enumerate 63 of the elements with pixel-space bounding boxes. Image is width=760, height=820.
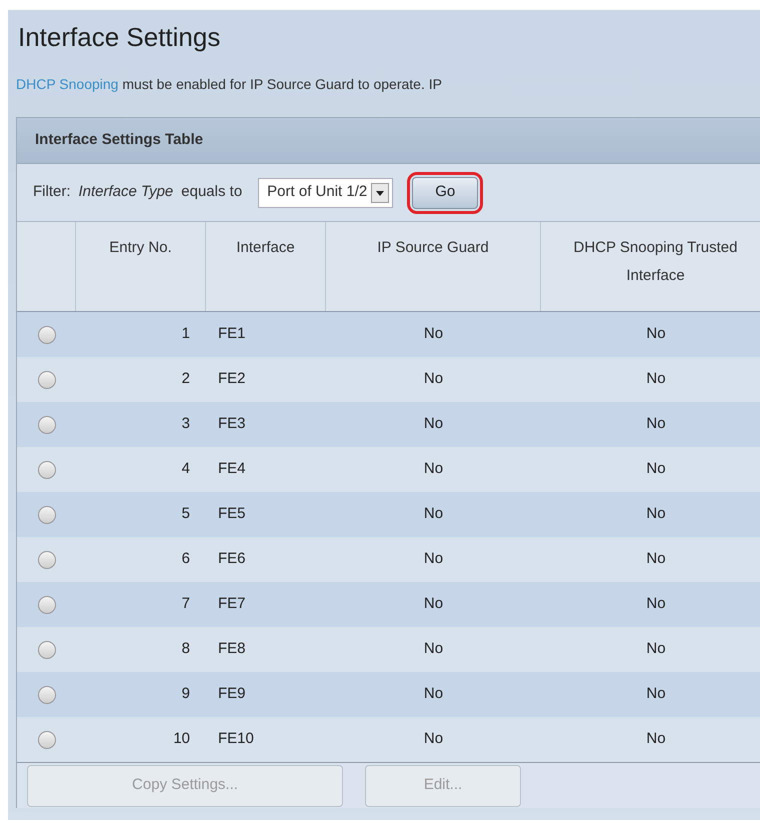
table-cell-text: No bbox=[424, 369, 444, 390]
table-cell-text: No bbox=[646, 639, 666, 660]
table-cell: FE9 bbox=[218, 685, 246, 702]
go-button[interactable]: Go bbox=[412, 176, 478, 208]
table-cell-text: 10 bbox=[173, 729, 190, 750]
table-cell-text: No bbox=[424, 504, 444, 524]
column-header: Interface bbox=[236, 238, 295, 258]
table-cell-text: No bbox=[646, 594, 666, 614]
column-header: DHCP Snooping Trusted Interface bbox=[572, 238, 738, 286]
table-cell: FE3 bbox=[218, 415, 246, 432]
table-cell-text: No bbox=[646, 549, 666, 570]
table-cell-text: No bbox=[424, 684, 444, 704]
table-cell-text: No bbox=[646, 459, 666, 480]
table-cell-text: 7 bbox=[182, 594, 190, 614]
dhcp-snooping-link[interactable]: DHCP Snooping bbox=[16, 76, 118, 92]
table-cell-text: No bbox=[424, 594, 444, 614]
filter-label: Filter: bbox=[33, 182, 70, 202]
table-cell-text: No bbox=[646, 729, 666, 750]
row-radio[interactable] bbox=[38, 460, 56, 478]
row-radio[interactable] bbox=[38, 326, 56, 344]
table-cell: FE5 bbox=[218, 505, 246, 522]
table-cell: FE10 bbox=[218, 730, 254, 748]
table-cell-text: No bbox=[424, 639, 444, 660]
column-header: IP Source Guard bbox=[377, 238, 489, 258]
table-cell: FE2 bbox=[218, 370, 246, 388]
table-cell-text: 9 bbox=[182, 684, 190, 704]
table-cell-text: No bbox=[646, 504, 666, 524]
table-cell-text: 5 bbox=[182, 504, 190, 524]
column-header: Entry No. bbox=[109, 238, 172, 258]
table-cell-text: No bbox=[424, 414, 444, 434]
row-radio[interactable] bbox=[38, 640, 56, 658]
table-cell-text: No bbox=[424, 459, 444, 480]
filter-operator: equals to bbox=[181, 182, 242, 202]
row-radio[interactable] bbox=[38, 416, 56, 434]
notice-text: DHCP Snooping must be enabled for IP Source Guard to operate. IP bbox=[16, 75, 442, 94]
table-cell-text: 3 bbox=[182, 414, 190, 434]
row-radio[interactable] bbox=[38, 370, 56, 388]
table-cell: FE8 bbox=[218, 640, 246, 658]
table-cell: FE4 bbox=[218, 460, 246, 478]
table-title: Interface Settings Table bbox=[35, 130, 204, 150]
table-cell-text: No bbox=[646, 414, 666, 434]
table-cell: FE6 bbox=[218, 550, 246, 568]
row-radio[interactable] bbox=[38, 596, 56, 614]
table-cell-text: No bbox=[646, 684, 666, 704]
filter-field-label: Interface Type bbox=[78, 182, 174, 202]
page-title: Interface Settings bbox=[17, 24, 220, 50]
table-cell: FE7 bbox=[218, 595, 246, 612]
table-cell-text: 2 bbox=[182, 369, 190, 390]
table-cell-text: No bbox=[646, 324, 666, 344]
table-cell-text: No bbox=[424, 324, 444, 344]
row-radio[interactable] bbox=[38, 686, 56, 704]
table-cell: FE1 bbox=[218, 325, 246, 342]
table-cell-text: No bbox=[424, 729, 444, 750]
table-cell-text: 1 bbox=[182, 324, 190, 344]
row-radio[interactable] bbox=[38, 506, 56, 524]
row-radio[interactable] bbox=[38, 550, 56, 568]
table-cell-text: 4 bbox=[182, 459, 190, 480]
filter-select[interactable]: Port of Unit 1/2 bbox=[258, 178, 394, 208]
table-cell-text: No bbox=[646, 369, 666, 390]
table-cell-text: No bbox=[424, 549, 444, 570]
table-cell-text: 6 bbox=[182, 549, 190, 570]
table-cell-text: 8 bbox=[182, 639, 190, 660]
row-radio[interactable] bbox=[38, 730, 56, 748]
